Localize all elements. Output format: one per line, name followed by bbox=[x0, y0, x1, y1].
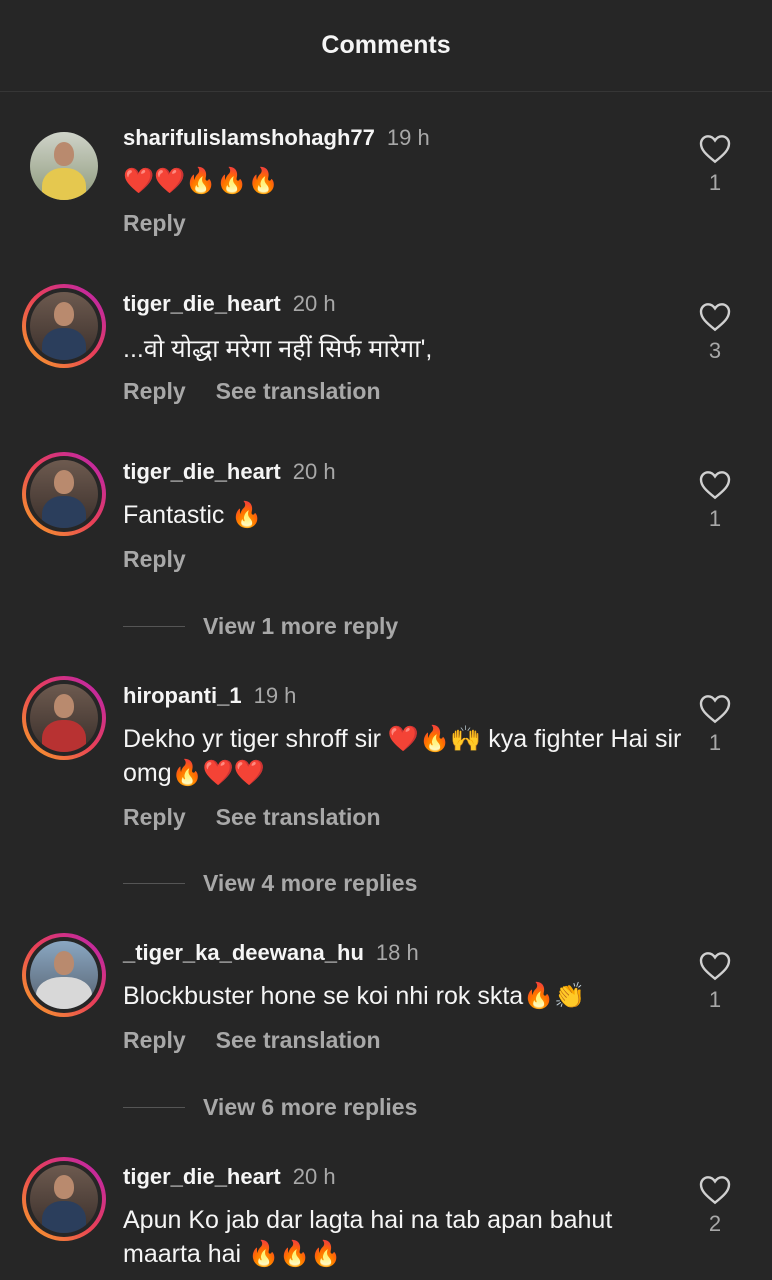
comment-text: Fantastic 🔥 bbox=[123, 501, 263, 529]
comment-time: 20 h bbox=[292, 1164, 336, 1189]
comments-header: Comments bbox=[0, 0, 772, 92]
like-count: 1 bbox=[708, 506, 722, 531]
like-count: 1 bbox=[708, 730, 722, 755]
comment-username[interactable]: tiger_die_heart bbox=[123, 459, 281, 484]
comment-time: 18 h bbox=[375, 940, 419, 965]
avatar[interactable] bbox=[22, 933, 106, 1017]
reply-button[interactable]: Reply bbox=[123, 378, 186, 404]
see-translation-button[interactable]: See translation bbox=[216, 378, 381, 404]
like-count: 1 bbox=[708, 170, 722, 195]
avatar[interactable] bbox=[22, 676, 106, 760]
see-translation-button[interactable]: See translation bbox=[216, 1027, 381, 1053]
reply-button[interactable]: Reply bbox=[123, 546, 186, 572]
divider bbox=[123, 883, 185, 884]
comment-text: Dekho yr tiger shroff sir ❤️🔥🙌 kya fight… bbox=[123, 725, 682, 787]
heart-icon bbox=[699, 695, 731, 724]
comment-text: Apun Ko jab dar lagta hai na tab apan ba… bbox=[123, 1206, 613, 1268]
comment-text: ❤️❤️🔥🔥🔥 bbox=[123, 167, 279, 195]
heart-icon bbox=[699, 1176, 731, 1205]
see-translation-button[interactable]: See translation bbox=[216, 804, 381, 830]
page-title: Comments bbox=[321, 31, 451, 59]
heart-icon bbox=[699, 952, 731, 981]
divider bbox=[123, 626, 185, 627]
comment-time: 19 h bbox=[386, 125, 430, 150]
like-count: 1 bbox=[708, 987, 722, 1012]
reply-button[interactable]: Reply bbox=[123, 804, 186, 830]
like-button[interactable]: 1 bbox=[692, 694, 738, 756]
divider bbox=[123, 1107, 185, 1108]
heart-icon bbox=[699, 471, 731, 500]
heart-icon bbox=[699, 303, 731, 332]
avatar[interactable] bbox=[22, 1157, 106, 1241]
like-button[interactable]: 2 bbox=[692, 1175, 738, 1237]
view-more-replies[interactable]: View 1 more reply bbox=[123, 613, 398, 640]
avatar[interactable] bbox=[22, 124, 106, 208]
comment-username[interactable]: sharifulislamshohagh77 bbox=[123, 125, 375, 150]
like-button[interactable]: 1 bbox=[692, 951, 738, 1013]
comment-username[interactable]: _tiger_ka_deewana_hu bbox=[123, 940, 364, 965]
view-more-replies[interactable]: View 6 more replies bbox=[123, 1094, 417, 1121]
view-more-replies[interactable]: View 4 more replies bbox=[123, 870, 417, 897]
avatar[interactable] bbox=[22, 284, 106, 368]
reply-button[interactable]: Reply bbox=[123, 210, 186, 236]
like-count: 2 bbox=[708, 1211, 722, 1236]
like-button[interactable]: 1 bbox=[692, 470, 738, 532]
comment-time: 20 h bbox=[292, 459, 336, 484]
like-button[interactable]: 3 bbox=[692, 302, 738, 364]
comment-time: 19 h bbox=[253, 683, 297, 708]
like-button[interactable]: 1 bbox=[692, 134, 738, 196]
reply-button[interactable]: Reply bbox=[123, 1027, 186, 1053]
comment-username[interactable]: tiger_die_heart bbox=[123, 1164, 281, 1189]
like-count: 3 bbox=[708, 338, 722, 363]
heart-icon bbox=[699, 135, 731, 164]
comment-username[interactable]: hiropanti_1 bbox=[123, 683, 242, 708]
comment-time: 20 h bbox=[292, 291, 336, 316]
comment-username[interactable]: tiger_die_heart bbox=[123, 291, 281, 316]
comment-text: ...वो योद्धा मरेगा नहीं सिर्फ मारेगा', bbox=[123, 335, 433, 363]
comment-text: Blockbuster hone se koi nhi rok skta🔥👏 bbox=[123, 982, 586, 1010]
avatar[interactable] bbox=[22, 452, 106, 536]
